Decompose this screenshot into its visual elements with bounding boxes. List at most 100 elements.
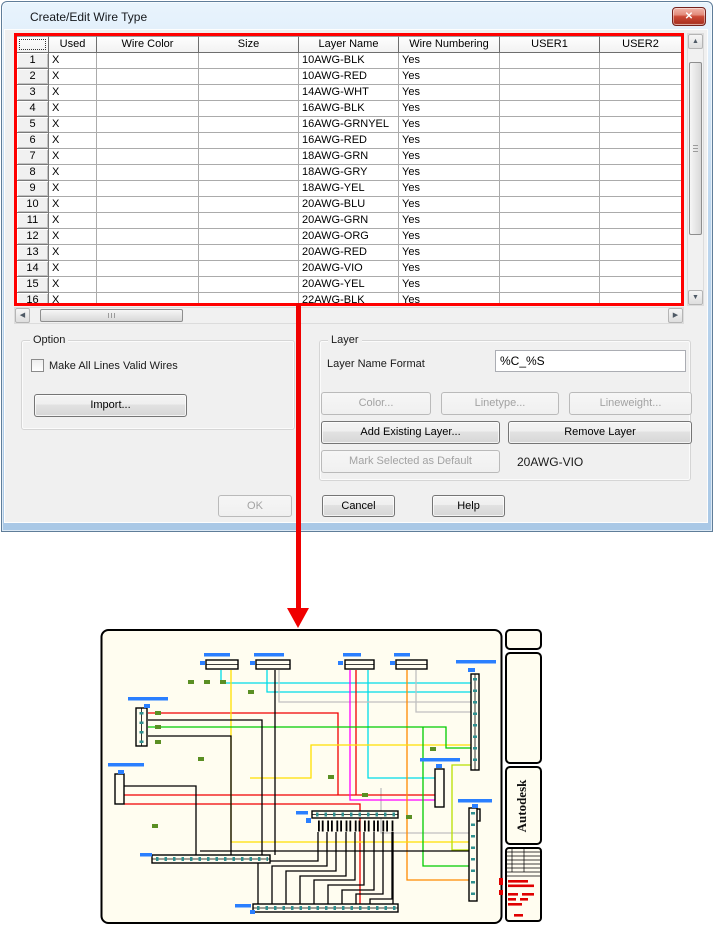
table-cell[interactable] bbox=[199, 53, 299, 69]
table-cell[interactable]: 10AWG-BLK bbox=[299, 53, 399, 69]
table-cell[interactable] bbox=[199, 229, 299, 245]
row-number-cell[interactable]: 1 bbox=[17, 53, 49, 69]
table-cell[interactable] bbox=[500, 149, 600, 165]
table-cell[interactable] bbox=[500, 277, 600, 293]
table-cell[interactable] bbox=[600, 213, 681, 229]
table-row[interactable]: 4 X 16AWG-BLK Yes bbox=[17, 101, 681, 117]
scroll-right-button[interactable]: ▶ bbox=[668, 308, 683, 323]
table-cell[interactable] bbox=[199, 213, 299, 229]
row-number-cell[interactable]: 15 bbox=[17, 277, 49, 293]
close-button[interactable]: ✕ bbox=[672, 7, 706, 26]
table-cell[interactable] bbox=[600, 149, 681, 165]
table-cell[interactable] bbox=[97, 261, 199, 277]
table-cell[interactable] bbox=[97, 117, 199, 133]
column-header-user2[interactable]: USER2 bbox=[600, 36, 681, 53]
table-cell[interactable] bbox=[600, 53, 681, 69]
table-row[interactable]: 12 X 20AWG-ORG Yes bbox=[17, 229, 681, 245]
table-cell[interactable] bbox=[500, 261, 600, 277]
table-cell[interactable]: Yes bbox=[399, 117, 500, 133]
table-cell[interactable] bbox=[600, 229, 681, 245]
table-cell[interactable] bbox=[97, 133, 199, 149]
table-cell[interactable] bbox=[500, 197, 600, 213]
table-row[interactable]: 15 X 20AWG-YEL Yes bbox=[17, 277, 681, 293]
row-number-cell[interactable]: 2 bbox=[17, 69, 49, 85]
table-cell[interactable]: Yes bbox=[399, 245, 500, 261]
table-cell[interactable]: Yes bbox=[399, 197, 500, 213]
table-cell[interactable]: 16AWG-RED bbox=[299, 133, 399, 149]
row-number-cell[interactable]: 7 bbox=[17, 149, 49, 165]
table-cell[interactable]: X bbox=[49, 277, 97, 293]
table-cell[interactable] bbox=[199, 133, 299, 149]
table-cell[interactable]: X bbox=[49, 53, 97, 69]
table-cell[interactable] bbox=[600, 101, 681, 117]
table-cell[interactable] bbox=[199, 245, 299, 261]
row-number-cell[interactable]: 3 bbox=[17, 85, 49, 101]
table-cell[interactable]: Yes bbox=[399, 261, 500, 277]
table-cell[interactable]: 20AWG-BLU bbox=[299, 197, 399, 213]
table-cell[interactable] bbox=[97, 69, 199, 85]
table-cell[interactable] bbox=[500, 69, 600, 85]
table-cell[interactable] bbox=[199, 101, 299, 117]
row-number-cell[interactable]: 14 bbox=[17, 261, 49, 277]
table-row[interactable]: 1 X 10AWG-BLK Yes bbox=[17, 53, 681, 69]
table-cell[interactable] bbox=[500, 117, 600, 133]
make-all-lines-valid-wires-checkbox[interactable] bbox=[31, 359, 44, 372]
row-number-cell[interactable]: 13 bbox=[17, 245, 49, 261]
table-cell[interactable]: 20AWG-YEL bbox=[299, 277, 399, 293]
table-cell[interactable] bbox=[97, 277, 199, 293]
column-header[interactable] bbox=[17, 36, 49, 53]
dialog-titlebar[interactable]: Create/Edit Wire Type bbox=[2, 2, 712, 31]
table-cell[interactable] bbox=[600, 117, 681, 133]
row-number-cell[interactable]: 10 bbox=[17, 197, 49, 213]
table-cell[interactable]: X bbox=[49, 197, 97, 213]
table-cell[interactable] bbox=[97, 85, 199, 101]
table-cell[interactable] bbox=[199, 293, 299, 303]
column-header-wire-color[interactable]: Wire Color bbox=[97, 36, 199, 53]
table-cell[interactable] bbox=[199, 85, 299, 101]
table-cell[interactable]: X bbox=[49, 69, 97, 85]
horizontal-scrollbar[interactable]: ◀ ▶ bbox=[14, 307, 684, 324]
table-cell[interactable]: Yes bbox=[399, 133, 500, 149]
table-cell[interactable]: Yes bbox=[399, 165, 500, 181]
table-cell[interactable]: 20AWG-VIO bbox=[299, 261, 399, 277]
table-cell[interactable]: 20AWG-RED bbox=[299, 245, 399, 261]
import-button[interactable]: Import... bbox=[34, 394, 187, 417]
remove-layer-button[interactable]: Remove Layer bbox=[508, 421, 692, 444]
table-cell[interactable] bbox=[600, 85, 681, 101]
scroll-down-button[interactable]: ▼ bbox=[688, 290, 703, 305]
table-cell[interactable] bbox=[199, 197, 299, 213]
table-cell[interactable] bbox=[600, 245, 681, 261]
table-cell[interactable] bbox=[500, 181, 600, 197]
table-cell[interactable] bbox=[97, 197, 199, 213]
table-cell[interactable] bbox=[600, 69, 681, 85]
table-cell[interactable]: X bbox=[49, 213, 97, 229]
table-cell[interactable]: 18AWG-GRY bbox=[299, 165, 399, 181]
table-cell[interactable] bbox=[97, 181, 199, 197]
table-cell[interactable]: X bbox=[49, 181, 97, 197]
table-cell[interactable]: Yes bbox=[399, 293, 500, 303]
table-row[interactable]: 14 X 20AWG-VIO Yes bbox=[17, 261, 681, 277]
table-cell[interactable] bbox=[97, 229, 199, 245]
row-number-cell[interactable]: 12 bbox=[17, 229, 49, 245]
table-cell[interactable] bbox=[97, 53, 199, 69]
column-header-used[interactable]: Used bbox=[49, 36, 97, 53]
table-cell[interactable]: Yes bbox=[399, 149, 500, 165]
column-header-size[interactable]: Size bbox=[199, 36, 299, 53]
table-cell[interactable]: Yes bbox=[399, 213, 500, 229]
table-cell[interactable]: X bbox=[49, 149, 97, 165]
table-cell[interactable]: Yes bbox=[399, 229, 500, 245]
table-cell[interactable] bbox=[500, 53, 600, 69]
row-number-cell[interactable]: 4 bbox=[17, 101, 49, 117]
table-cell[interactable]: X bbox=[49, 245, 97, 261]
table-cell[interactable]: 10AWG-RED bbox=[299, 69, 399, 85]
table-cell[interactable] bbox=[199, 117, 299, 133]
table-cell[interactable]: X bbox=[49, 261, 97, 277]
row-number-cell[interactable]: 16 bbox=[17, 293, 49, 303]
scroll-up-button[interactable]: ▲ bbox=[688, 34, 703, 49]
table-cell[interactable]: 14AWG-WHT bbox=[299, 85, 399, 101]
table-cell[interactable]: 20AWG-ORG bbox=[299, 229, 399, 245]
horizontal-scroll-thumb[interactable] bbox=[40, 309, 183, 322]
table-cell[interactable]: Yes bbox=[399, 53, 500, 69]
table-cell[interactable] bbox=[600, 181, 681, 197]
table-cell[interactable] bbox=[500, 85, 600, 101]
